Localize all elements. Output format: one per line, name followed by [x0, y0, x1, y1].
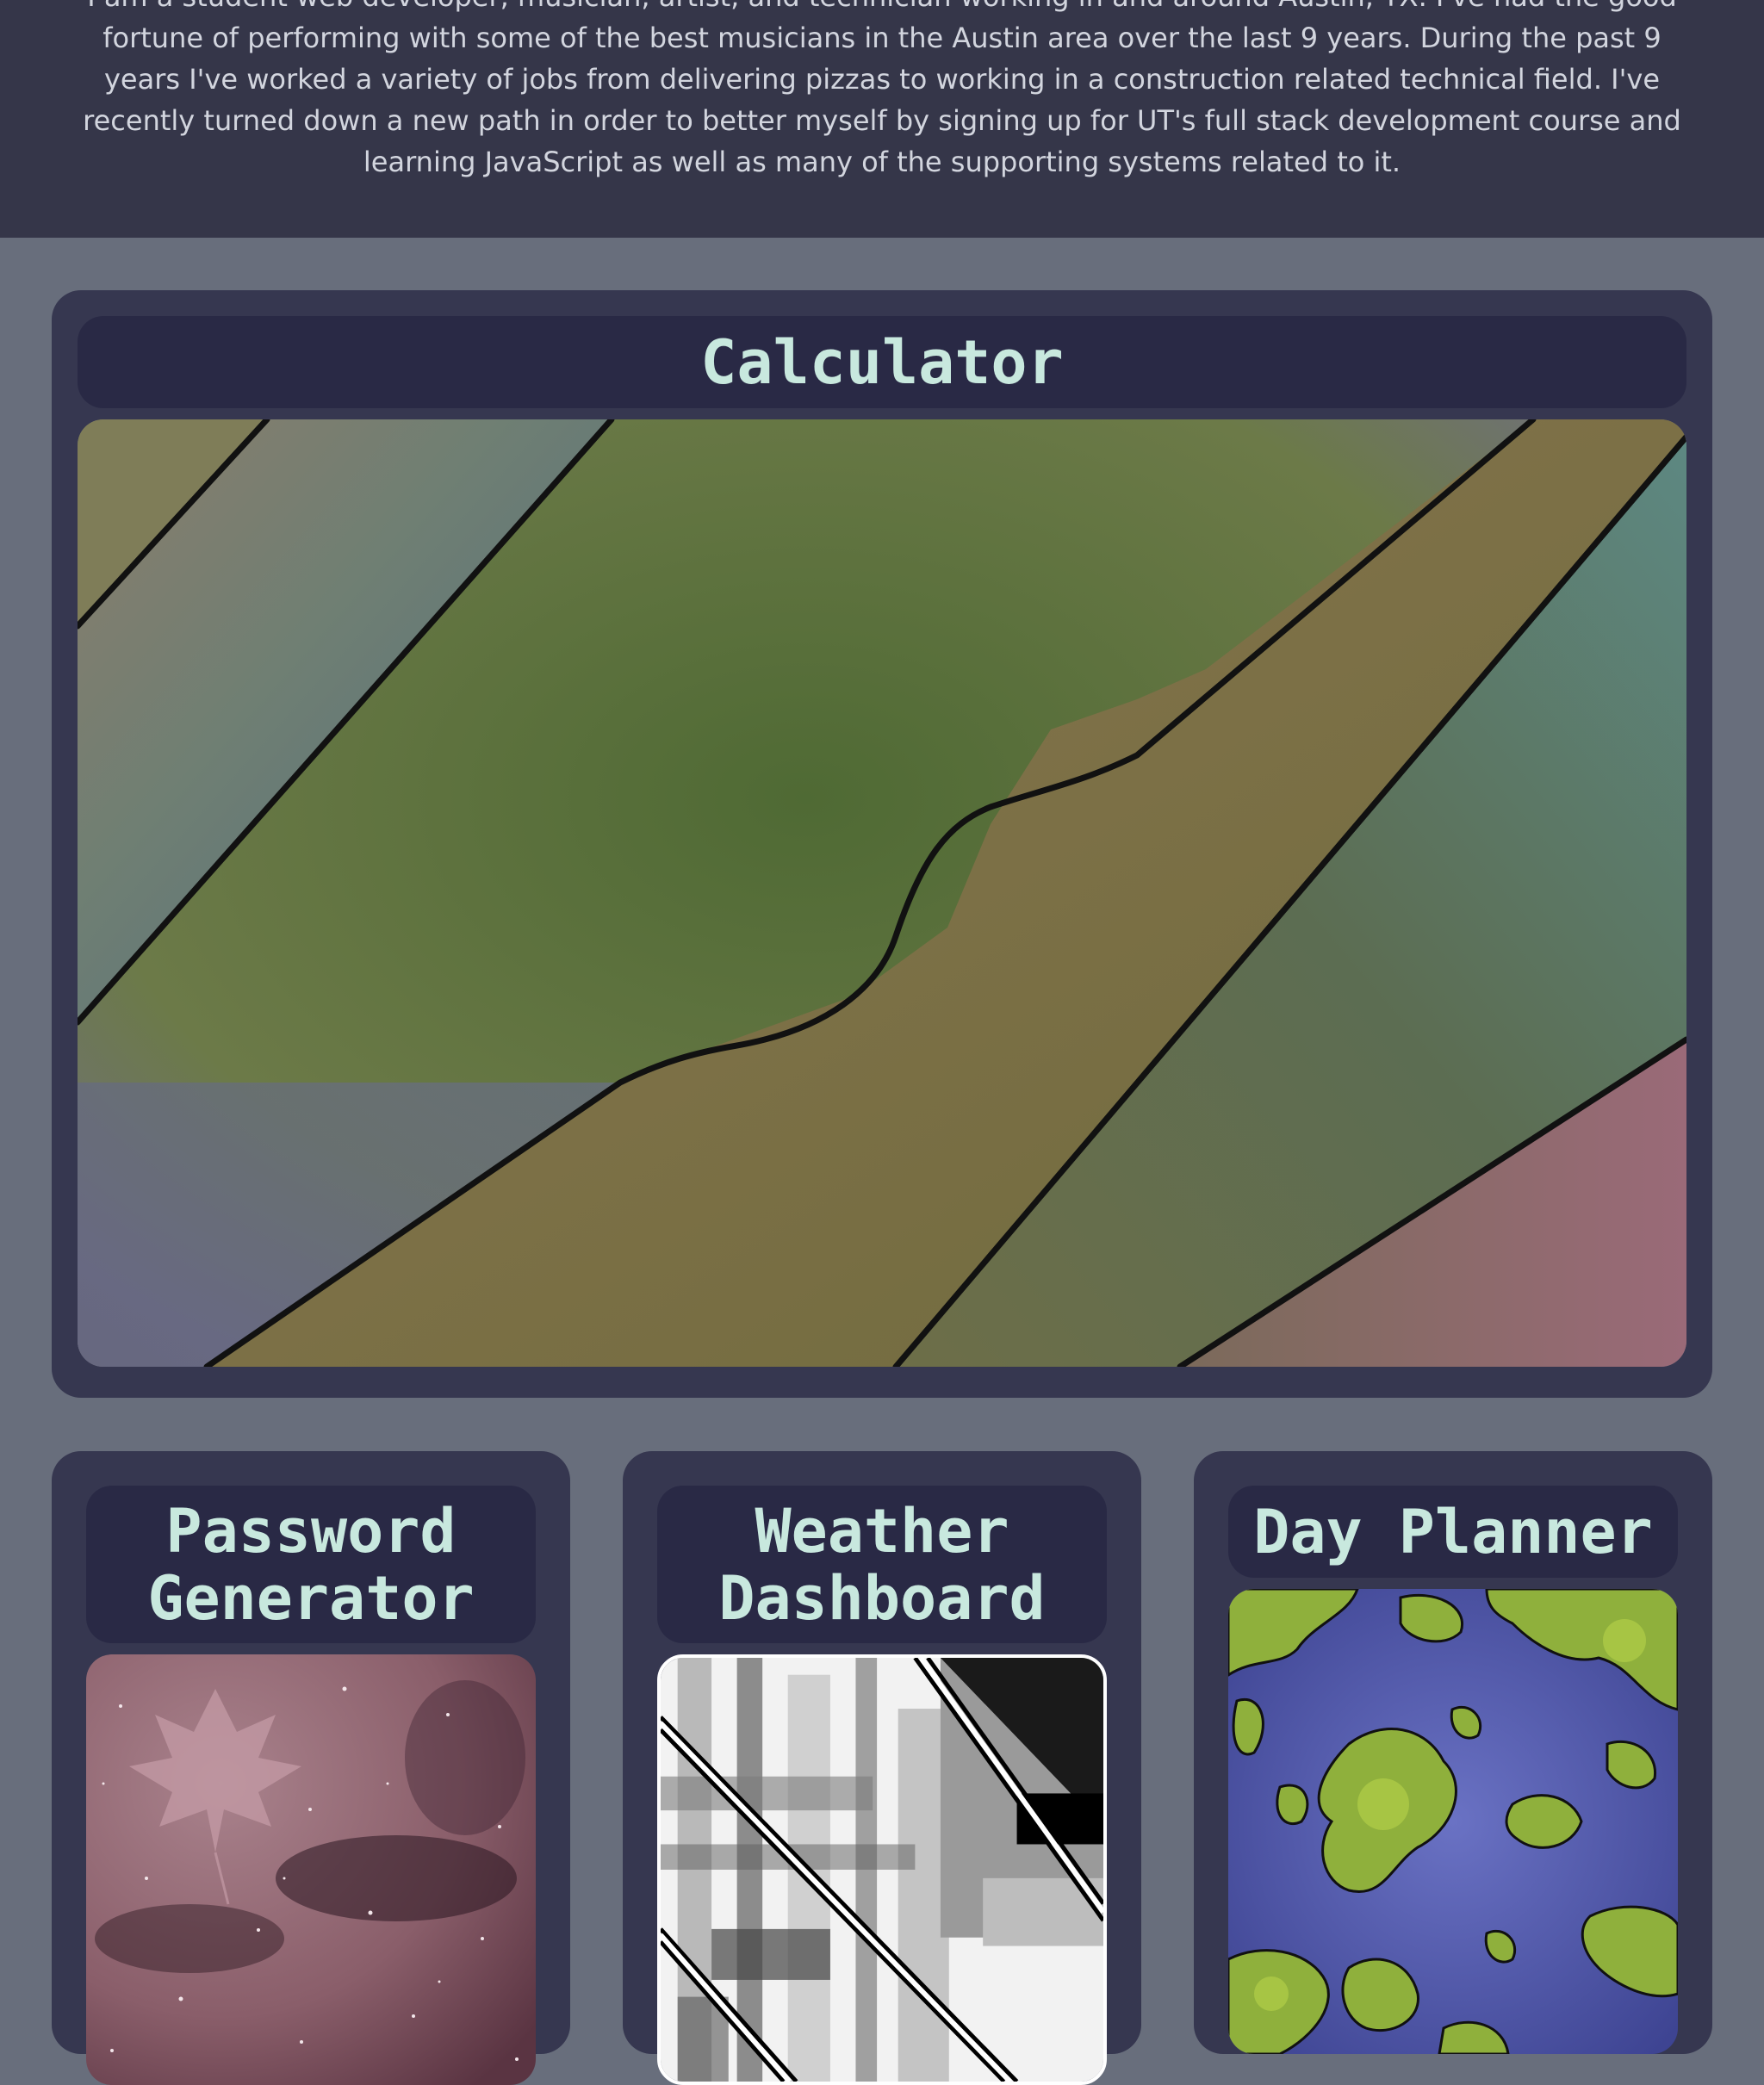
about-section: I am a student web developer, musician, …: [0, 0, 1764, 238]
calculator-thumbnail[interactable]: [78, 419, 1686, 1367]
project-title-calculator[interactable]: Calculator: [78, 316, 1686, 408]
weather-dashboard-thumbnail[interactable]: [657, 1654, 1107, 2085]
project-title-day-planner[interactable]: Day Planner: [1228, 1486, 1678, 1578]
project-card-password-generator[interactable]: Password Generator: [52, 1451, 570, 2085]
day-planner-thumbnail[interactable]: [1228, 1589, 1678, 2054]
project-card-weather-dashboard[interactable]: Weather Dashboard: [623, 1451, 1141, 2085]
about-text: I am a student web developer, musician, …: [83, 0, 1681, 178]
project-title-password-generator[interactable]: Password Generator: [86, 1486, 536, 1643]
project-title-weather-dashboard[interactable]: Weather Dashboard: [657, 1486, 1107, 1643]
password-generator-thumbnail[interactable]: [86, 1654, 536, 2085]
project-card-calculator[interactable]: Calculator: [52, 290, 1712, 1398]
project-card-day-planner[interactable]: Day Planner: [1194, 1451, 1712, 2054]
